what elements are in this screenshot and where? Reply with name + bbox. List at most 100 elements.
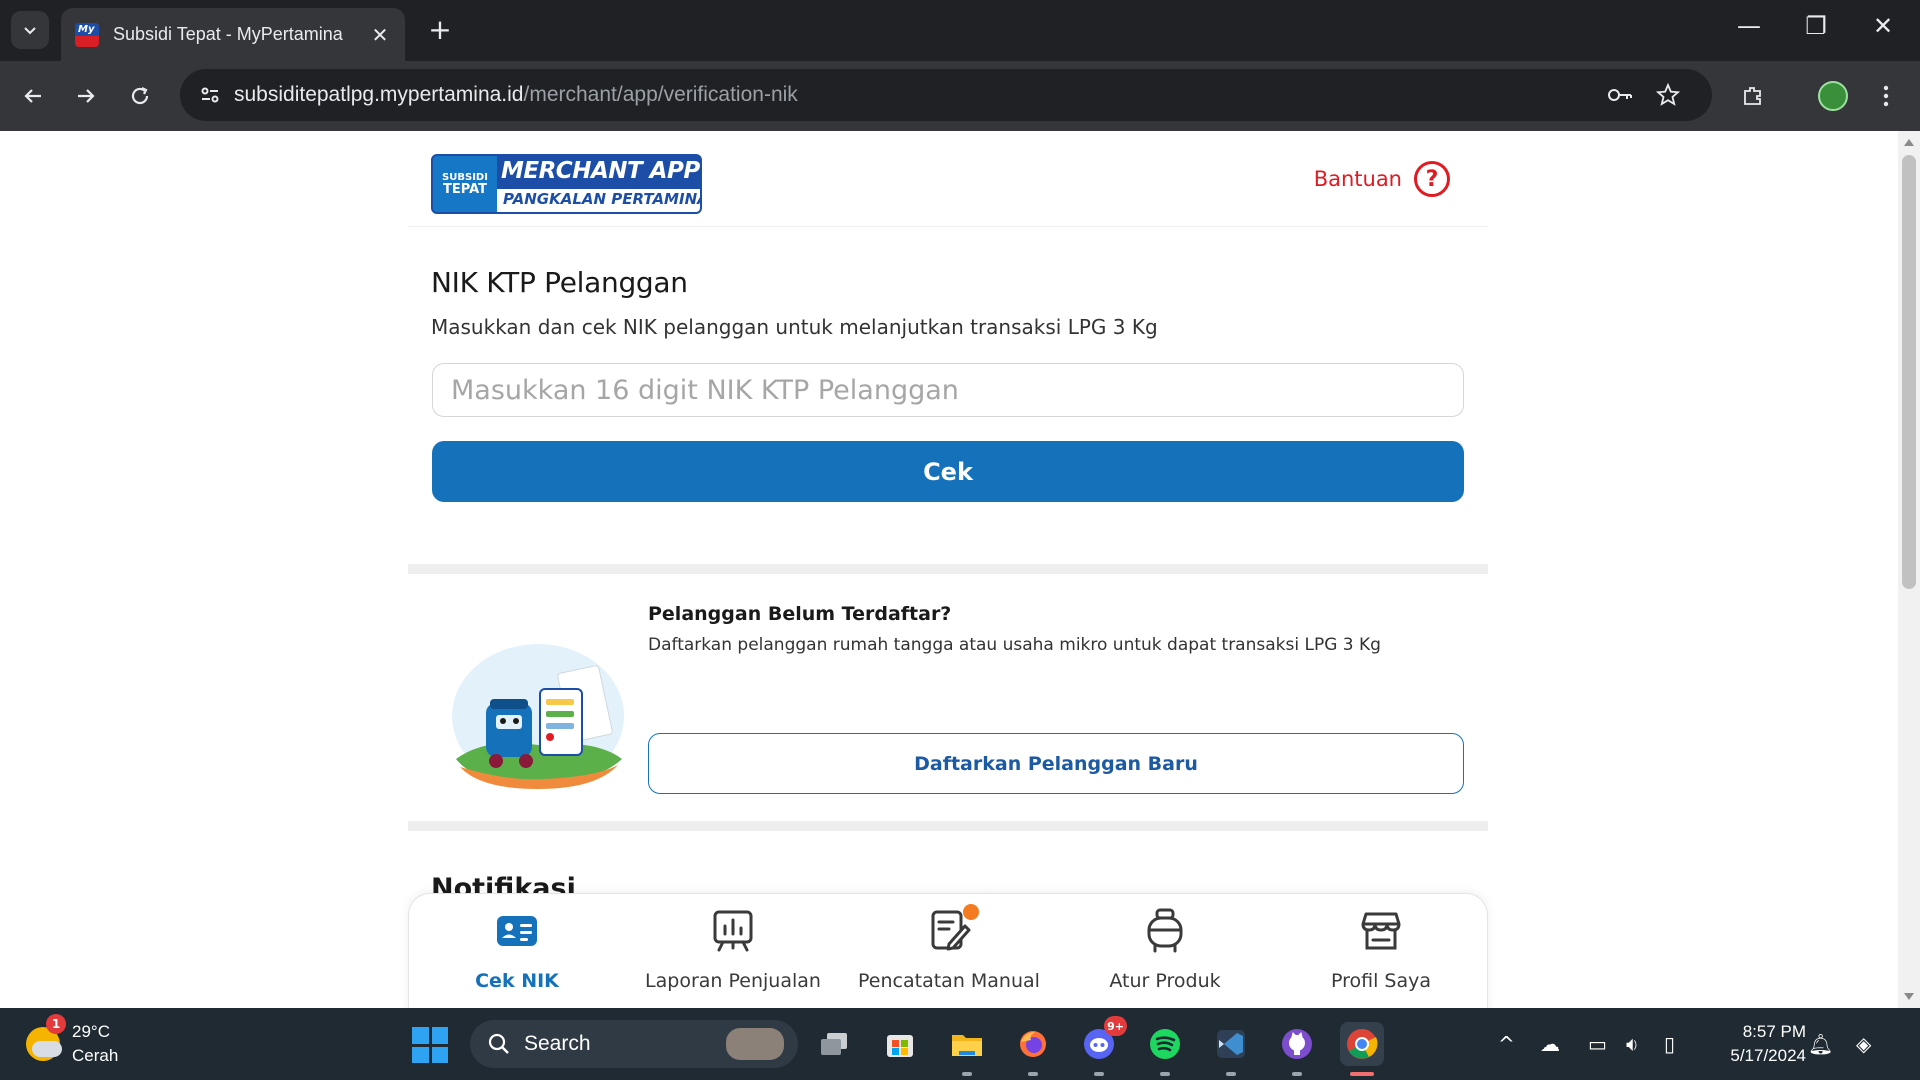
page-subtitle: Masukkan dan cek NIK pelanggan untuk mel… — [431, 315, 1158, 339]
visual-studio-icon — [1217, 1030, 1245, 1058]
system-clock[interactable]: 8:57 PM 5/17/2024 — [1706, 1020, 1806, 1068]
weather-widget[interactable]: 29°C Cerah — [26, 1020, 118, 1068]
arrow-left-icon — [24, 89, 41, 103]
nav-item-laporan-penjualan[interactable]: Laporan Penjualan — [625, 894, 841, 1008]
github-desktop-button[interactable] — [1275, 1022, 1319, 1076]
nav-label: Laporan Penjualan — [645, 970, 821, 992]
logo-title: MERCHANT APPS — [501, 158, 702, 184]
store-icon — [1361, 912, 1401, 950]
question-circle-icon: ? — [1414, 161, 1450, 197]
bookmark-star-icon[interactable] — [1648, 69, 1688, 121]
scroll-down-arrow-icon[interactable] — [1904, 993, 1914, 1000]
url-host: subsiditepatlpg.mypertamina.id — [234, 83, 524, 106]
cek-button[interactable]: Cek — [432, 441, 1464, 502]
notification-dot — [963, 904, 979, 920]
browser-toolbar: subsiditepatlpg.mypertamina.id/merchant/… — [0, 61, 1920, 131]
address-bar[interactable]: subsiditepatlpg.mypertamina.id/merchant/… — [180, 69, 1712, 121]
minimize-button[interactable]: — — [1726, 12, 1772, 40]
firefox-button[interactable] — [1011, 1022, 1055, 1076]
browser-tab-active[interactable]: My Subsidi Tepat - MyPertamina ✕ — [61, 8, 405, 61]
clock-date: 5/17/2024 — [1730, 1046, 1806, 1065]
help-link[interactable]: Bantuan ? — [1314, 161, 1450, 197]
merchant-app: SUBSIDI TEPAT MERCHANT APPS PANGKALAN PE… — [408, 131, 1488, 1008]
gas-cylinder-icon — [1147, 908, 1183, 953]
discord-button[interactable]: 9+ — [1077, 1016, 1127, 1076]
back-button[interactable] — [15, 78, 51, 114]
chart-board-icon — [713, 910, 753, 952]
chrome-icon — [1347, 1029, 1378, 1059]
firefox-icon — [1020, 1031, 1046, 1057]
id-card-icon — [497, 916, 537, 946]
register-new-customer-button[interactable]: Daftarkan Pelanggan Baru — [648, 733, 1464, 794]
spotify-button[interactable] — [1143, 1022, 1187, 1076]
task-view-button[interactable] — [812, 1022, 856, 1066]
copilot-icon[interactable]: ◈ — [1856, 1032, 1871, 1056]
nav-label: Atur Produk — [1109, 970, 1221, 992]
site-settings-icon[interactable] — [186, 69, 234, 121]
battery-icon[interactable]: ▯ — [1664, 1032, 1675, 1056]
section-divider — [408, 821, 1488, 831]
github-icon — [1282, 1029, 1312, 1059]
browser-menu-icon[interactable] — [1868, 78, 1904, 114]
logo-subtitle: PANGKALAN PERTAMINA — [503, 190, 702, 208]
scroll-up-arrow-icon[interactable] — [1904, 139, 1914, 146]
forward-button[interactable] — [68, 78, 104, 114]
nav-item-profil-saya[interactable]: Profil Saya — [1273, 894, 1489, 1008]
page-scrollbar[interactable] — [1898, 131, 1920, 1008]
register-subtitle: Daftarkan pelanggan rumah tangga atau us… — [648, 635, 1381, 655]
microsoft-store-button[interactable] — [878, 1022, 922, 1066]
notification-bell-icon[interactable]: 🔔︎ — [1808, 1032, 1833, 1056]
volume-icon[interactable]: 🔉︎ — [1626, 1032, 1639, 1056]
chrome-button[interactable] — [1340, 1022, 1384, 1076]
nav-label: Profil Saya — [1330, 970, 1432, 992]
tab-search-button[interactable] — [11, 11, 49, 49]
app-header: SUBSIDI TEPAT MERCHANT APPS PANGKALAN PE… — [408, 131, 1488, 227]
weather-badge: 1 — [46, 1014, 66, 1034]
start-button[interactable] — [412, 1027, 448, 1063]
reload-icon — [131, 87, 149, 105]
task-view-icon — [821, 1033, 847, 1055]
profile-avatar[interactable] — [1815, 78, 1851, 114]
vscode-button[interactable] — [1209, 1022, 1253, 1076]
password-key-icon[interactable] — [1600, 69, 1640, 121]
onedrive-cloud-icon[interactable]: ☁ — [1540, 1032, 1560, 1056]
search-label: Search — [524, 1032, 591, 1055]
tab-close-button[interactable]: ✕ — [369, 23, 391, 47]
nav-item-atur-produk[interactable]: Atur Produk — [1057, 894, 1273, 1008]
arrow-right-icon — [78, 89, 95, 103]
restore-button[interactable]: ❐ — [1793, 12, 1839, 40]
extensions-icon[interactable] — [1735, 78, 1771, 114]
page-title: NIK KTP Pelanggan — [431, 266, 688, 299]
merchant-apps-logo: SUBSIDI TEPAT MERCHANT APPS PANGKALAN PE… — [431, 154, 702, 214]
scrollbar-thumb[interactable] — [1902, 155, 1916, 589]
page-viewport: SUBSIDI TEPAT MERCHANT APPS PANGKALAN PE… — [0, 131, 1898, 1008]
help-label: Bantuan — [1313, 167, 1402, 191]
network-icon[interactable]: ▭ — [1588, 1032, 1607, 1056]
nav-item-cek-nik[interactable]: Cek NIK — [409, 894, 625, 1008]
url-text: subsiditepatlpg.mypertamina.id/merchant/… — [234, 83, 798, 107]
subsidi-tepat-badge: SUBSIDI TEPAT — [433, 156, 497, 212]
folder-icon — [952, 1035, 982, 1056]
microsoft-store-icon — [887, 1035, 913, 1057]
search-highlight-image — [726, 1028, 784, 1060]
close-window-button[interactable]: ✕ — [1860, 12, 1906, 40]
file-explorer-button[interactable] — [945, 1022, 989, 1076]
taskbar-search[interactable]: Search — [470, 1020, 798, 1068]
chevron-down-icon — [24, 27, 36, 35]
register-customer-illustration — [452, 644, 624, 789]
bottom-navigation: Cek NIK Laporan Penjualan Pencatatan Man… — [408, 893, 1488, 1008]
reload-button[interactable] — [122, 78, 158, 114]
mypertamina-favicon-icon: My — [75, 22, 99, 47]
search-icon — [488, 1033, 509, 1054]
tab-title: Subsidi Tepat - MyPertamina — [113, 24, 343, 44]
nav-label: Pencatatan Manual — [858, 970, 1040, 992]
nik-input[interactable] — [432, 363, 1464, 417]
nav-item-pencatatan-manual[interactable]: Pencatatan Manual — [841, 894, 1057, 1008]
show-hidden-icons-chevron-icon[interactable]: ^ — [1498, 1032, 1515, 1056]
section-divider — [408, 564, 1488, 574]
windows-taskbar: 29°C Cerah 1 Search 9+ ^ ☁ ▭ 🔉︎ ▯ 8:57 P… — [0, 1008, 1920, 1080]
nav-label: Cek NIK — [475, 970, 559, 992]
new-tab-button[interactable]: + — [424, 14, 456, 46]
weather-temperature: 29°C — [72, 1022, 110, 1041]
weather-description: Cerah — [72, 1046, 119, 1065]
